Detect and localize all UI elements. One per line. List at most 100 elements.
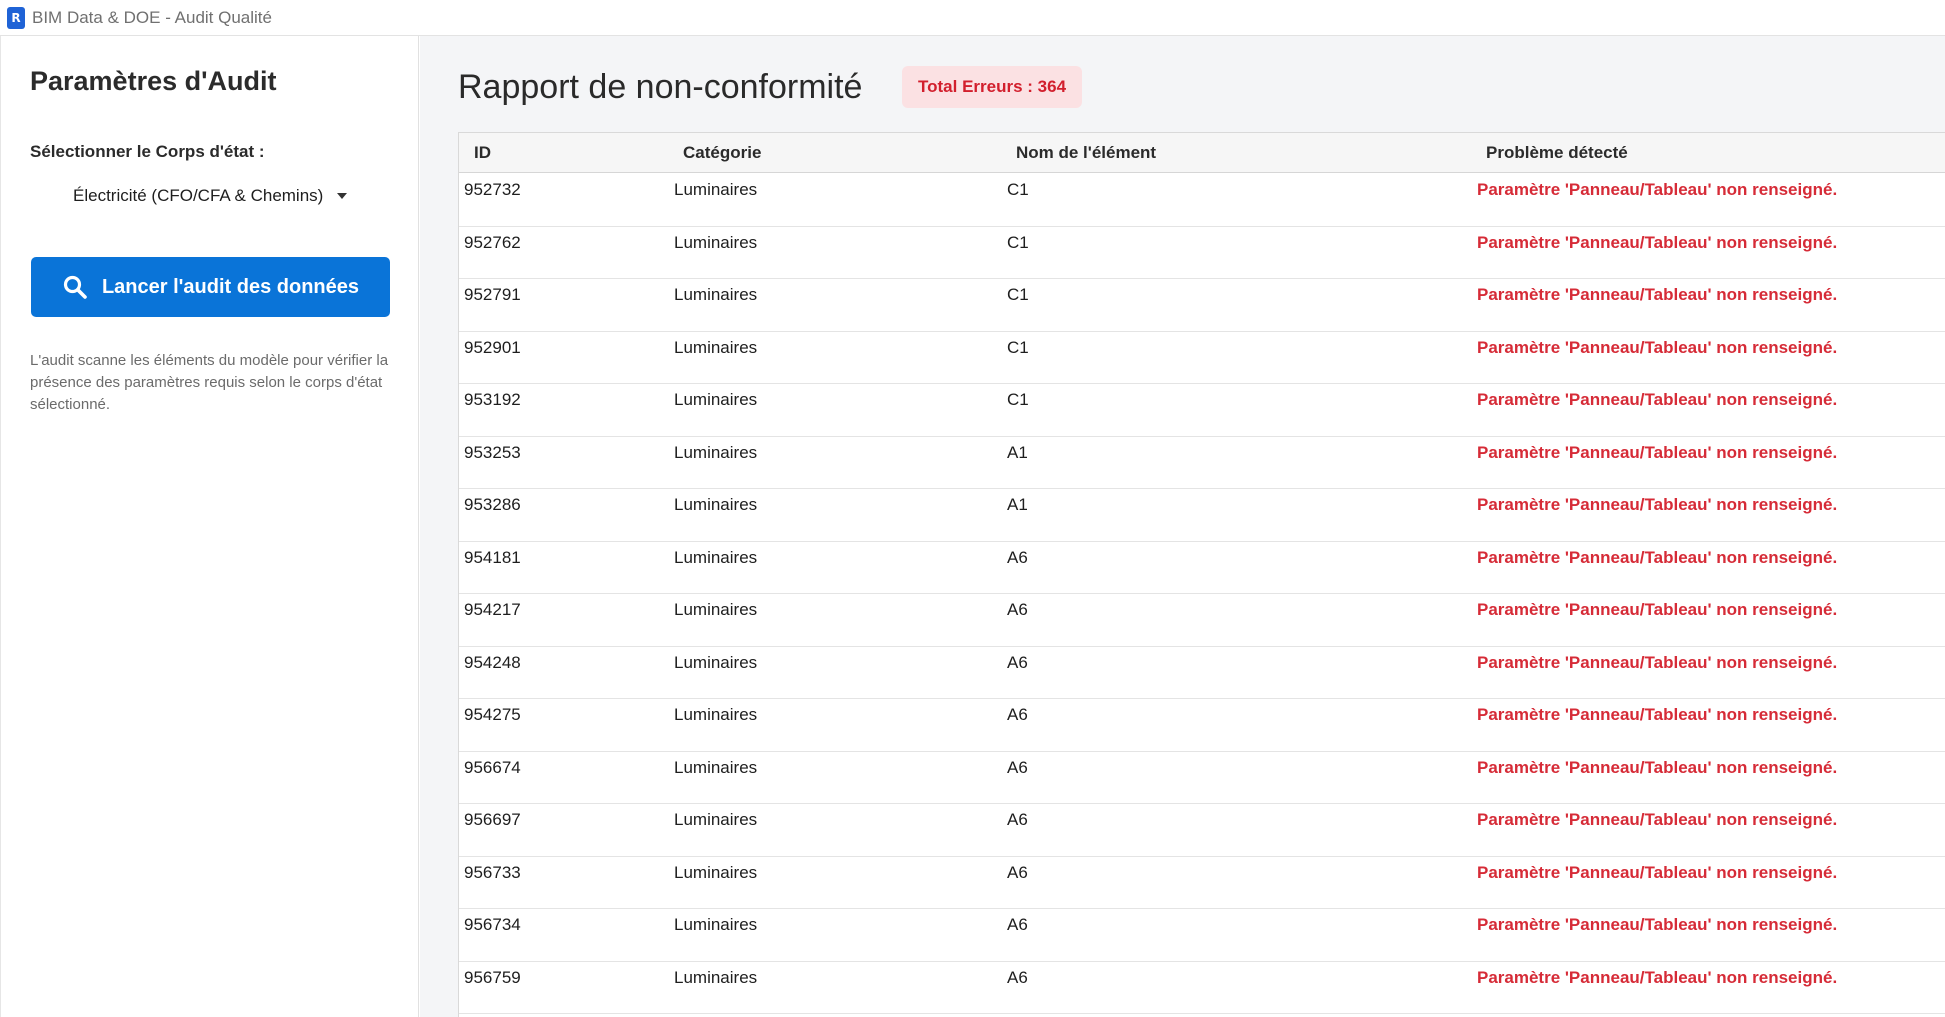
cell-id: 953253	[464, 442, 521, 462]
cell-problem: Paramètre 'Panneau/Tableau' non renseign…	[1477, 757, 1838, 777]
cell-category: Luminaires	[674, 390, 758, 409]
table-row[interactable]: 953286 Luminaires A1 Paramètre 'Panneau/Tab…	[459, 489, 1945, 542]
cell-element-name: A6	[1007, 547, 1028, 567]
cell-problem: Paramètre 'Panneau/Tableau' non renseign…	[1477, 390, 1838, 409]
cell-element-name: C1	[1007, 180, 1029, 199]
table-row[interactable]: 954275 Luminaires A6 Paramètre 'Panneau/Tab…	[459, 699, 1945, 752]
cell-problem: Paramètre 'Panneau/Tableau' non renseign…	[1477, 232, 1838, 252]
cell-element-name: A6	[1007, 757, 1028, 777]
cell-category: Luminaires	[674, 232, 758, 252]
cell-category: Luminaires	[674, 810, 758, 829]
cell-problem: Paramètre 'Panneau/Tableau' non renseign…	[1477, 547, 1838, 567]
cell-problem: Paramètre 'Panneau/Tableau' non renseign…	[1477, 600, 1838, 619]
cell-element-name: A6	[1007, 600, 1028, 619]
cell-element-name: A6	[1007, 652, 1028, 672]
total-errors-value: 364	[1037, 77, 1067, 96]
cell-element-name: A6	[1007, 915, 1028, 934]
cell-problem: Paramètre 'Panneau/Tableau' non renseign…	[1477, 862, 1838, 882]
trade-select-label: Sélectionner le Corps d'état :	[30, 142, 265, 161]
cell-id: 956733	[464, 862, 521, 882]
page-title: Rapport de non-conformité	[458, 68, 863, 106]
cell-element-name: C1	[1007, 390, 1029, 409]
cell-problem: Paramètre 'Panneau/Tableau' non renseign…	[1477, 967, 1838, 987]
cell-id: 952901	[464, 337, 521, 357]
table-row[interactable]: 953253 Luminaires A1 Paramètre 'Panneau/Tab…	[459, 437, 1945, 489]
cell-problem: Paramètre 'Panneau/Tableau' non renseign…	[1477, 705, 1838, 724]
cell-element-name: A6	[1007, 967, 1028, 987]
cell-id: 956759	[464, 967, 521, 987]
revit-app-icon: R	[7, 6, 25, 29]
column-header-problem[interactable]: Problème détecté	[1486, 133, 1628, 173]
total-errors-badge: Total Erreurs : 364	[902, 66, 1083, 108]
cell-id: 954275	[464, 705, 521, 724]
table-row[interactable]: 956733 Luminaires A6 Paramètre 'Panneau/Tab…	[459, 857, 1945, 909]
run-audit-button-label: Lancer l'audit des données	[101, 275, 360, 298]
table-row[interactable]: 952732 Luminaires C1 Paramètre 'Panneau/Tab…	[459, 174, 1945, 227]
search-icon	[63, 275, 87, 299]
app-icon-letter: R	[11, 10, 21, 25]
cell-element-name: C1	[1007, 232, 1029, 252]
window-titlebar: R BIM Data & DOE - Audit Qualité	[0, 0, 1945, 36]
column-header-category[interactable]: Catégorie	[683, 133, 761, 173]
table-row[interactable]: 952791 Luminaires C1 Paramètre 'Panneau/Tab…	[459, 279, 1945, 332]
audit-help-text: L'audit scanne les éléments du modèle po…	[30, 352, 389, 413]
main-panel: Rapport de non-conformité Total Erreurs …	[420, 36, 1945, 1017]
table-row[interactable]: 956697 Luminaires A6 Paramètre 'Panneau/Tab…	[459, 804, 1945, 857]
table-row[interactable]: 954217 Luminaires A6 Paramètre 'Panneau/Tab…	[459, 594, 1945, 647]
total-errors-label: Total Erreurs :	[918, 77, 1033, 96]
cell-category: Luminaires	[674, 600, 758, 619]
table-row[interactable]: 954248 Luminaires A6 Paramètre 'Panneau/Tab…	[459, 647, 1945, 699]
cell-element-name: C1	[1007, 285, 1029, 304]
cell-problem: Paramètre 'Panneau/Tableau' non renseign…	[1477, 495, 1838, 514]
cell-id: 956674	[464, 757, 521, 777]
cell-id: 953192	[464, 390, 521, 409]
cell-id: 954217	[464, 600, 521, 619]
cell-category: Luminaires	[674, 915, 758, 934]
table-row[interactable]: 953192 Luminaires C1 Paramètre 'Panneau/Tab…	[459, 384, 1945, 437]
cell-element-name: A6	[1007, 705, 1028, 724]
cell-problem: Paramètre 'Panneau/Tableau' non renseign…	[1477, 285, 1838, 304]
cell-problem: Paramètre 'Panneau/Tableau' non renseign…	[1477, 915, 1838, 934]
cell-problem: Paramètre 'Panneau/Tableau' non renseign…	[1477, 180, 1838, 199]
nonconformity-table: ID Catégorie Nom de l'élément Problème d…	[458, 132, 1945, 1017]
chevron-down-icon	[337, 193, 348, 199]
cell-id: 956734	[464, 915, 521, 934]
cell-id: 953286	[464, 495, 521, 514]
table-row[interactable]: 956759 Luminaires A6 Paramètre 'Panneau/Tab…	[459, 962, 1945, 1014]
window-title: BIM Data & DOE - Audit Qualité	[32, 7, 272, 27]
cell-category: Luminaires	[674, 442, 758, 462]
cell-element-name: A1	[1007, 495, 1028, 514]
table-row[interactable]: 952901 Luminaires C1 Paramètre 'Panneau/Tab…	[459, 332, 1945, 384]
cell-category: Luminaires	[674, 967, 758, 987]
column-header-element-name[interactable]: Nom de l'élément	[1016, 133, 1156, 173]
cell-category: Luminaires	[674, 652, 758, 672]
sidebar-title: Paramètres d'Audit	[30, 66, 277, 96]
table-row[interactable]: 952762 Luminaires C1 Paramètre 'Panneau/Tab…	[459, 227, 1945, 279]
cell-problem: Paramètre 'Panneau/Tableau' non renseign…	[1477, 337, 1838, 357]
run-audit-button[interactable]: Lancer l'audit des données	[31, 257, 390, 317]
cell-problem: Paramètre 'Panneau/Tableau' non renseign…	[1477, 810, 1838, 829]
cell-id: 952732	[464, 180, 521, 199]
cell-category: Luminaires	[674, 757, 758, 777]
table-row[interactable]: 954181 Luminaires A6 Paramètre 'Panneau/Tab…	[459, 542, 1945, 594]
sidebar: Paramètres d'Audit Sélectionner le Corps…	[0, 36, 419, 1017]
cell-element-name: A6	[1007, 862, 1028, 882]
cell-category: Luminaires	[674, 337, 758, 357]
cell-category: Luminaires	[674, 180, 758, 199]
cell-element-name: A1	[1007, 442, 1028, 462]
trade-select-dropdown[interactable]: Électricité (CFO/CFA & Chemins)	[73, 186, 348, 206]
column-header-id[interactable]: ID	[474, 133, 491, 173]
cell-id: 952762	[464, 232, 521, 252]
cell-id: 956697	[464, 810, 521, 829]
cell-id: 954248	[464, 652, 521, 672]
cell-element-name: A6	[1007, 810, 1028, 829]
cell-category: Luminaires	[674, 862, 758, 882]
cell-category: Luminaires	[674, 495, 758, 514]
cell-problem: Paramètre 'Panneau/Tableau' non renseign…	[1477, 442, 1838, 462]
cell-category: Luminaires	[674, 705, 758, 724]
cell-element-name: C1	[1007, 337, 1029, 357]
table-row[interactable]: 956674 Luminaires A6 Paramètre 'Panneau/Tab…	[459, 752, 1945, 804]
cell-id: 952791	[464, 285, 521, 304]
table-row[interactable]: 956734 Luminaires A6 Paramètre 'Panneau/Tab…	[459, 909, 1945, 962]
cell-problem: Paramètre 'Panneau/Tableau' non renseign…	[1477, 652, 1838, 672]
